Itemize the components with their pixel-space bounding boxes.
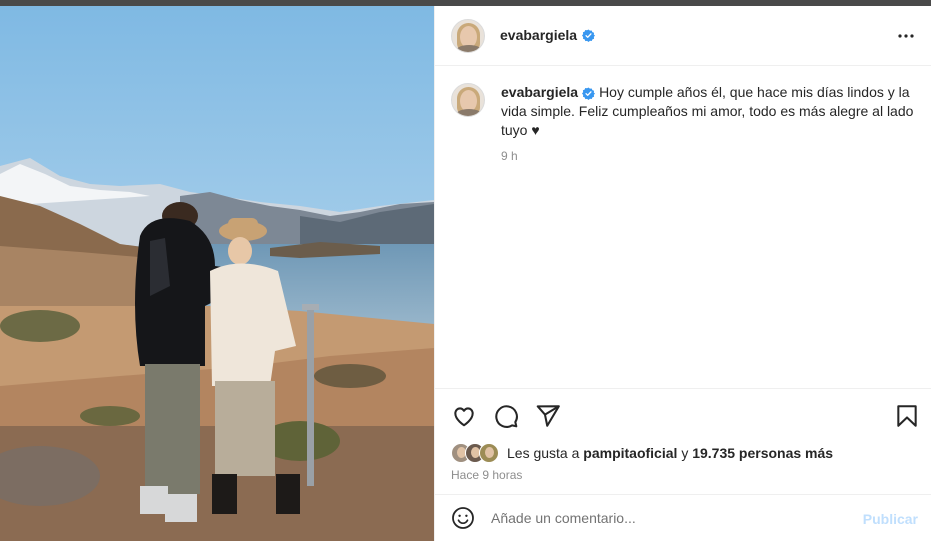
publish-button[interactable]: Publicar <box>863 511 918 527</box>
send-icon[interactable] <box>535 403 561 429</box>
likes-summary: Les gusta a pampitaoficial y 19.735 pers… <box>451 443 833 463</box>
likes-connector: y <box>681 445 689 461</box>
caption-username[interactable]: evabargiela <box>501 84 578 100</box>
caption-time[interactable]: 9 h <box>501 149 916 163</box>
post-photo-image <box>0 6 434 541</box>
likes-prefix: Les gusta a <box>507 445 580 461</box>
more-options-icon[interactable] <box>894 24 918 48</box>
comment-bar: Publicar <box>435 494 931 541</box>
liker-avatar <box>479 443 499 463</box>
emoji-icon[interactable] <box>451 506 475 530</box>
verified-badge-icon <box>582 29 596 42</box>
post-actions-section: Les gusta a pampitaoficial y 19.735 pers… <box>435 388 931 495</box>
likes-count-link[interactable]: 19.735 personas más <box>692 445 833 461</box>
liker-avatars[interactable] <box>451 443 499 463</box>
action-buttons <box>451 403 561 429</box>
likes-user-link[interactable]: pampitaoficial <box>583 445 677 461</box>
heart-icon[interactable] <box>451 403 477 429</box>
post-header: evabargiela <box>435 6 931 66</box>
comment-input[interactable] <box>491 508 831 528</box>
caption-body: evabargiela Hoy cumple años él, que hace… <box>501 83 921 140</box>
bookmark-icon[interactable] <box>894 403 920 429</box>
post-caption: evabargiela Hoy cumple años él, que hace… <box>435 67 931 163</box>
comment-icon[interactable] <box>493 403 519 429</box>
author-username[interactable]: evabargiela <box>500 27 577 43</box>
verified-badge-icon <box>582 87 596 100</box>
post-photo[interactable] <box>0 6 434 541</box>
author-name-row: evabargiela <box>500 27 596 43</box>
author-avatar[interactable] <box>451 19 485 53</box>
post-timestamp[interactable]: Hace 9 horas <box>451 468 522 482</box>
post-side-panel: evabargiela evabargiela Hoy cumple años … <box>434 6 931 541</box>
caption-author-avatar[interactable] <box>451 83 485 117</box>
likes-text: Les gusta a pampitaoficial y 19.735 pers… <box>507 445 833 461</box>
